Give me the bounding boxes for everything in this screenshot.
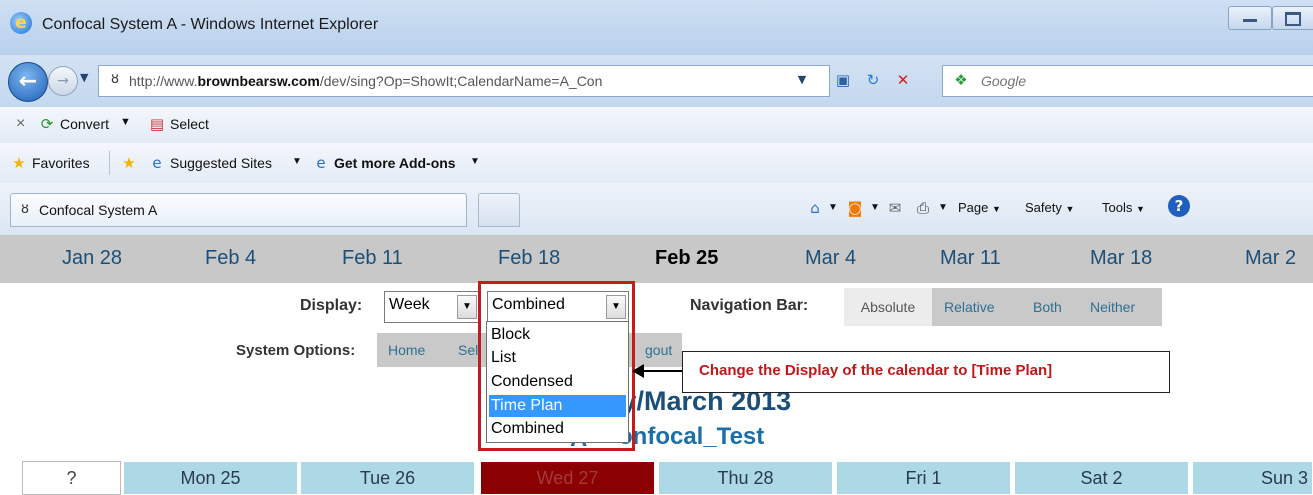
- convert-icon: ⟳: [40, 115, 54, 133]
- back-button[interactable]: ←: [8, 62, 48, 102]
- ie-logo-icon: e: [10, 12, 32, 34]
- nav-date-link[interactable]: Mar 2: [1245, 247, 1296, 270]
- calendar-subtitle: onfocal_Test: [618, 423, 765, 450]
- navigation-bar-label: Navigation Bar:: [690, 297, 809, 314]
- address-bar[interactable]: ȣ http://www.brownbearsw.com/dev/sing?Op…: [98, 65, 830, 97]
- select-icon: ▤: [149, 115, 165, 133]
- arrow-line: [642, 370, 686, 372]
- stop-icon[interactable]: ✕: [892, 69, 914, 91]
- week-navigation-bar: Jan 28 Feb 4 Feb 11 Feb 18 Feb 25 Mar 4 …: [0, 235, 1313, 283]
- nav-date-link[interactable]: Feb 18: [498, 247, 560, 270]
- tools-dropdown-icon: ▼: [1135, 204, 1145, 214]
- page-dropdown-icon: ▼: [992, 204, 1001, 214]
- recent-pages-dropdown[interactable]: ▼: [80, 71, 88, 84]
- annotation-text: Change the Display of the calendar to [T…: [699, 362, 1053, 379]
- feeds-icon[interactable]: ◙: [844, 197, 866, 219]
- nav-date-link[interactable]: Jan 28: [62, 247, 122, 270]
- safety-menu[interactable]: Safety ▼: [1025, 200, 1074, 215]
- day-header[interactable]: Tue 26: [300, 461, 475, 495]
- close-toolbar-button[interactable]: ×: [16, 115, 25, 133]
- display-label: Display:: [300, 297, 363, 314]
- address-history-dropdown[interactable]: ▼: [791, 69, 813, 91]
- address-url[interactable]: http://www.brownbearsw.com/dev/sing?Op=S…: [129, 73, 602, 89]
- help-icon[interactable]: ?: [1168, 195, 1190, 217]
- search-input[interactable]: [979, 71, 1303, 91]
- forward-arrow-icon: →: [57, 73, 69, 89]
- site-favicon-icon: ȣ: [111, 72, 119, 87]
- mail-icon[interactable]: ✉: [884, 197, 906, 219]
- print-dropdown-icon[interactable]: ▼: [938, 202, 948, 213]
- nav-date-link[interactable]: Mar 4: [805, 247, 856, 270]
- safety-dropdown-icon: ▼: [1065, 204, 1075, 214]
- home-icon[interactable]: ⌂: [804, 197, 826, 219]
- highlight-box: [478, 281, 635, 451]
- convert-button[interactable]: Convert: [60, 116, 109, 132]
- tab-confocal-system-a[interactable]: ȣ Confocal System A: [10, 193, 467, 227]
- system-home-button[interactable]: Home: [388, 342, 425, 358]
- add-favorite-icon[interactable]: ★: [118, 152, 140, 174]
- ie-page-icon: e: [316, 154, 326, 172]
- google-search-icon: ❖: [954, 71, 968, 89]
- select-button[interactable]: Select: [170, 116, 209, 132]
- navbar-both-button[interactable]: Both: [1033, 299, 1062, 315]
- nav-date-link[interactable]: Feb 4: [205, 247, 256, 270]
- feeds-dropdown-icon[interactable]: ▼: [870, 202, 880, 213]
- navbar-relative-button[interactable]: Relative: [944, 299, 995, 315]
- toolbar-divider: [109, 151, 110, 175]
- maximize-icon: [1285, 12, 1301, 26]
- favorites-button[interactable]: Favorites: [32, 155, 90, 171]
- tools-menu[interactable]: Tools ▼: [1102, 200, 1145, 215]
- system-logout-button[interactable]: gout: [645, 342, 672, 358]
- day-header-unknown: ?: [22, 461, 121, 495]
- annotation-callout: Change the Display of the calendar to [T…: [682, 351, 1170, 393]
- tab-command-bar: ȣ Confocal System A ⌂ ▼ ◙ ▼ ✉ ⎙ ▼ Page ▼…: [0, 183, 1313, 236]
- addon-toolbar: × ⟳ Convert ▼ ▤ Select: [0, 107, 1313, 144]
- minimize-button[interactable]: [1228, 6, 1272, 30]
- nav-date-link[interactable]: Feb 11: [342, 247, 403, 270]
- navbar-neither-button[interactable]: Neither: [1090, 299, 1135, 315]
- tab-title: Confocal System A: [39, 202, 158, 218]
- nav-date-link[interactable]: Mar 11: [940, 247, 1001, 270]
- site-favicon-icon: ȣ: [21, 202, 29, 217]
- day-header[interactable]: Thu 28: [658, 461, 833, 495]
- new-tab-button[interactable]: [478, 193, 520, 227]
- maximize-button[interactable]: [1272, 6, 1313, 30]
- window-title-bar: e Confocal System A - Windows Internet E…: [0, 0, 1313, 56]
- page-menu[interactable]: Page ▼: [958, 200, 1001, 215]
- chevron-down-icon: ▼: [457, 295, 477, 319]
- convert-dropdown-icon[interactable]: ▼: [120, 116, 131, 128]
- system-options-label: System Options:: [236, 342, 356, 359]
- suggested-sites-button[interactable]: Suggested Sites: [170, 155, 272, 171]
- ie-page-icon: e: [152, 154, 162, 172]
- display-period-select[interactable]: Week ▼: [384, 291, 480, 323]
- nav-date-current[interactable]: Feb 25: [655, 247, 718, 270]
- search-box[interactable]: ❖: [942, 65, 1313, 97]
- suggested-sites-dropdown-icon[interactable]: ▼: [292, 156, 302, 167]
- print-icon[interactable]: ⎙: [912, 197, 934, 219]
- day-header[interactable]: Fri 1: [836, 461, 1011, 495]
- system-select-button[interactable]: Sel: [458, 342, 478, 358]
- home-dropdown-icon[interactable]: ▼: [828, 202, 838, 213]
- favorites-star-icon: ★: [12, 154, 26, 172]
- navbar-absolute-button[interactable]: Absolute: [844, 288, 932, 326]
- display-period-value: Week: [389, 296, 430, 313]
- window-title: Confocal System A - Windows Internet Exp…: [42, 16, 379, 33]
- nav-date-link[interactable]: Mar 18: [1090, 247, 1152, 270]
- day-header[interactable]: Sat 2: [1014, 461, 1189, 495]
- day-header-today[interactable]: Wed 27: [480, 461, 655, 495]
- day-header[interactable]: Sun 3: [1192, 461, 1313, 495]
- refresh-icon[interactable]: ↻: [862, 69, 884, 91]
- compatibility-view-icon[interactable]: ▣: [832, 69, 854, 91]
- day-header[interactable]: Mon 25: [123, 461, 298, 495]
- favorites-bar: ★ Favorites ★ e Suggested Sites ▼ e Get …: [0, 143, 1313, 184]
- get-addons-dropdown-icon[interactable]: ▼: [470, 156, 480, 167]
- get-addons-button[interactable]: Get more Add-ons: [334, 155, 456, 171]
- minimize-icon: [1243, 19, 1257, 22]
- forward-button[interactable]: →: [48, 66, 78, 96]
- address-toolbar: ← → ▼ ȣ http://www.brownbearsw.com/dev/s…: [0, 55, 1313, 107]
- back-arrow-icon: ←: [18, 69, 38, 94]
